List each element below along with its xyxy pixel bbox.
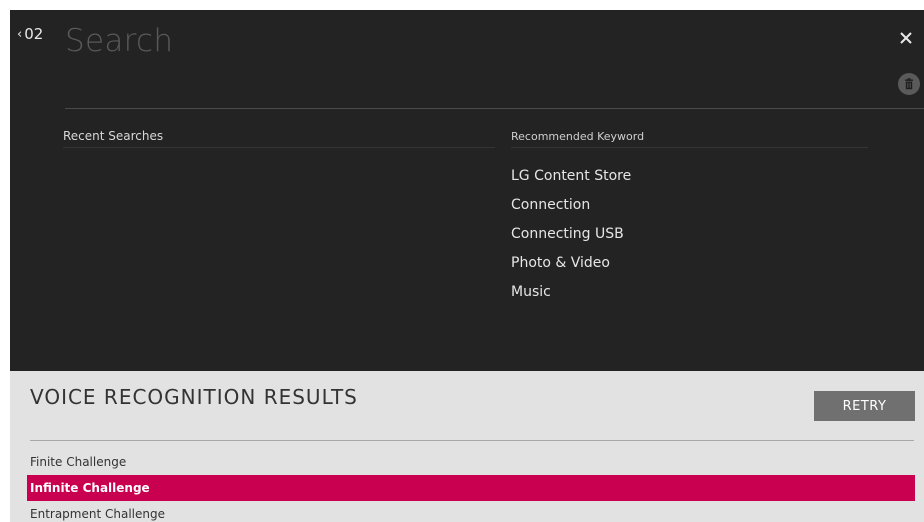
keyword-item-photo-video[interactable]: Photo & Video — [511, 254, 631, 283]
keyword-item-lg-content-store[interactable]: LG Content Store — [511, 167, 631, 196]
voice-results-title: VOICE RECOGNITION RESULTS — [30, 385, 358, 409]
result-item-infinite-challenge[interactable]: Infinite Challenge — [27, 475, 915, 501]
app-frame: ‹ 02 Search Recent Searches Recommended … — [10, 10, 924, 522]
recommended-keyword-header: Recommended Keyword — [511, 130, 645, 143]
recent-searches-header: Recent Searches — [63, 129, 164, 143]
delete-history-button[interactable] — [898, 73, 920, 95]
back-label: 02 — [24, 25, 44, 43]
retry-button[interactable]: RETRY — [814, 391, 915, 421]
search-divider — [65, 108, 924, 109]
back-button[interactable]: ‹ 02 — [17, 25, 43, 43]
voice-results-list: Finite Challenge Infinite Challenge Entr… — [27, 449, 915, 522]
trash-icon — [905, 78, 913, 90]
recent-searches-divider — [63, 147, 495, 148]
keyword-item-connection[interactable]: Connection — [511, 196, 631, 225]
voice-results-panel: VOICE RECOGNITION RESULTS RETRY Finite C… — [10, 371, 924, 522]
chevron-left-icon: ‹ — [17, 26, 23, 42]
keyword-item-connecting-usb[interactable]: Connecting USB — [511, 225, 631, 254]
search-title[interactable]: Search — [65, 23, 173, 59]
recommended-keyword-list: LG Content Store Connection Connecting U… — [511, 167, 631, 312]
result-item-entrapment-challenge[interactable]: Entrapment Challenge — [27, 501, 915, 522]
result-item-finite-challenge[interactable]: Finite Challenge — [27, 449, 915, 475]
search-panel: ‹ 02 Search Recent Searches Recommended … — [10, 10, 924, 371]
close-icon — [900, 32, 912, 44]
keyword-item-music[interactable]: Music — [511, 283, 631, 312]
close-button[interactable] — [898, 30, 914, 46]
voice-results-divider — [30, 440, 914, 441]
recommended-keyword-divider — [511, 147, 868, 148]
